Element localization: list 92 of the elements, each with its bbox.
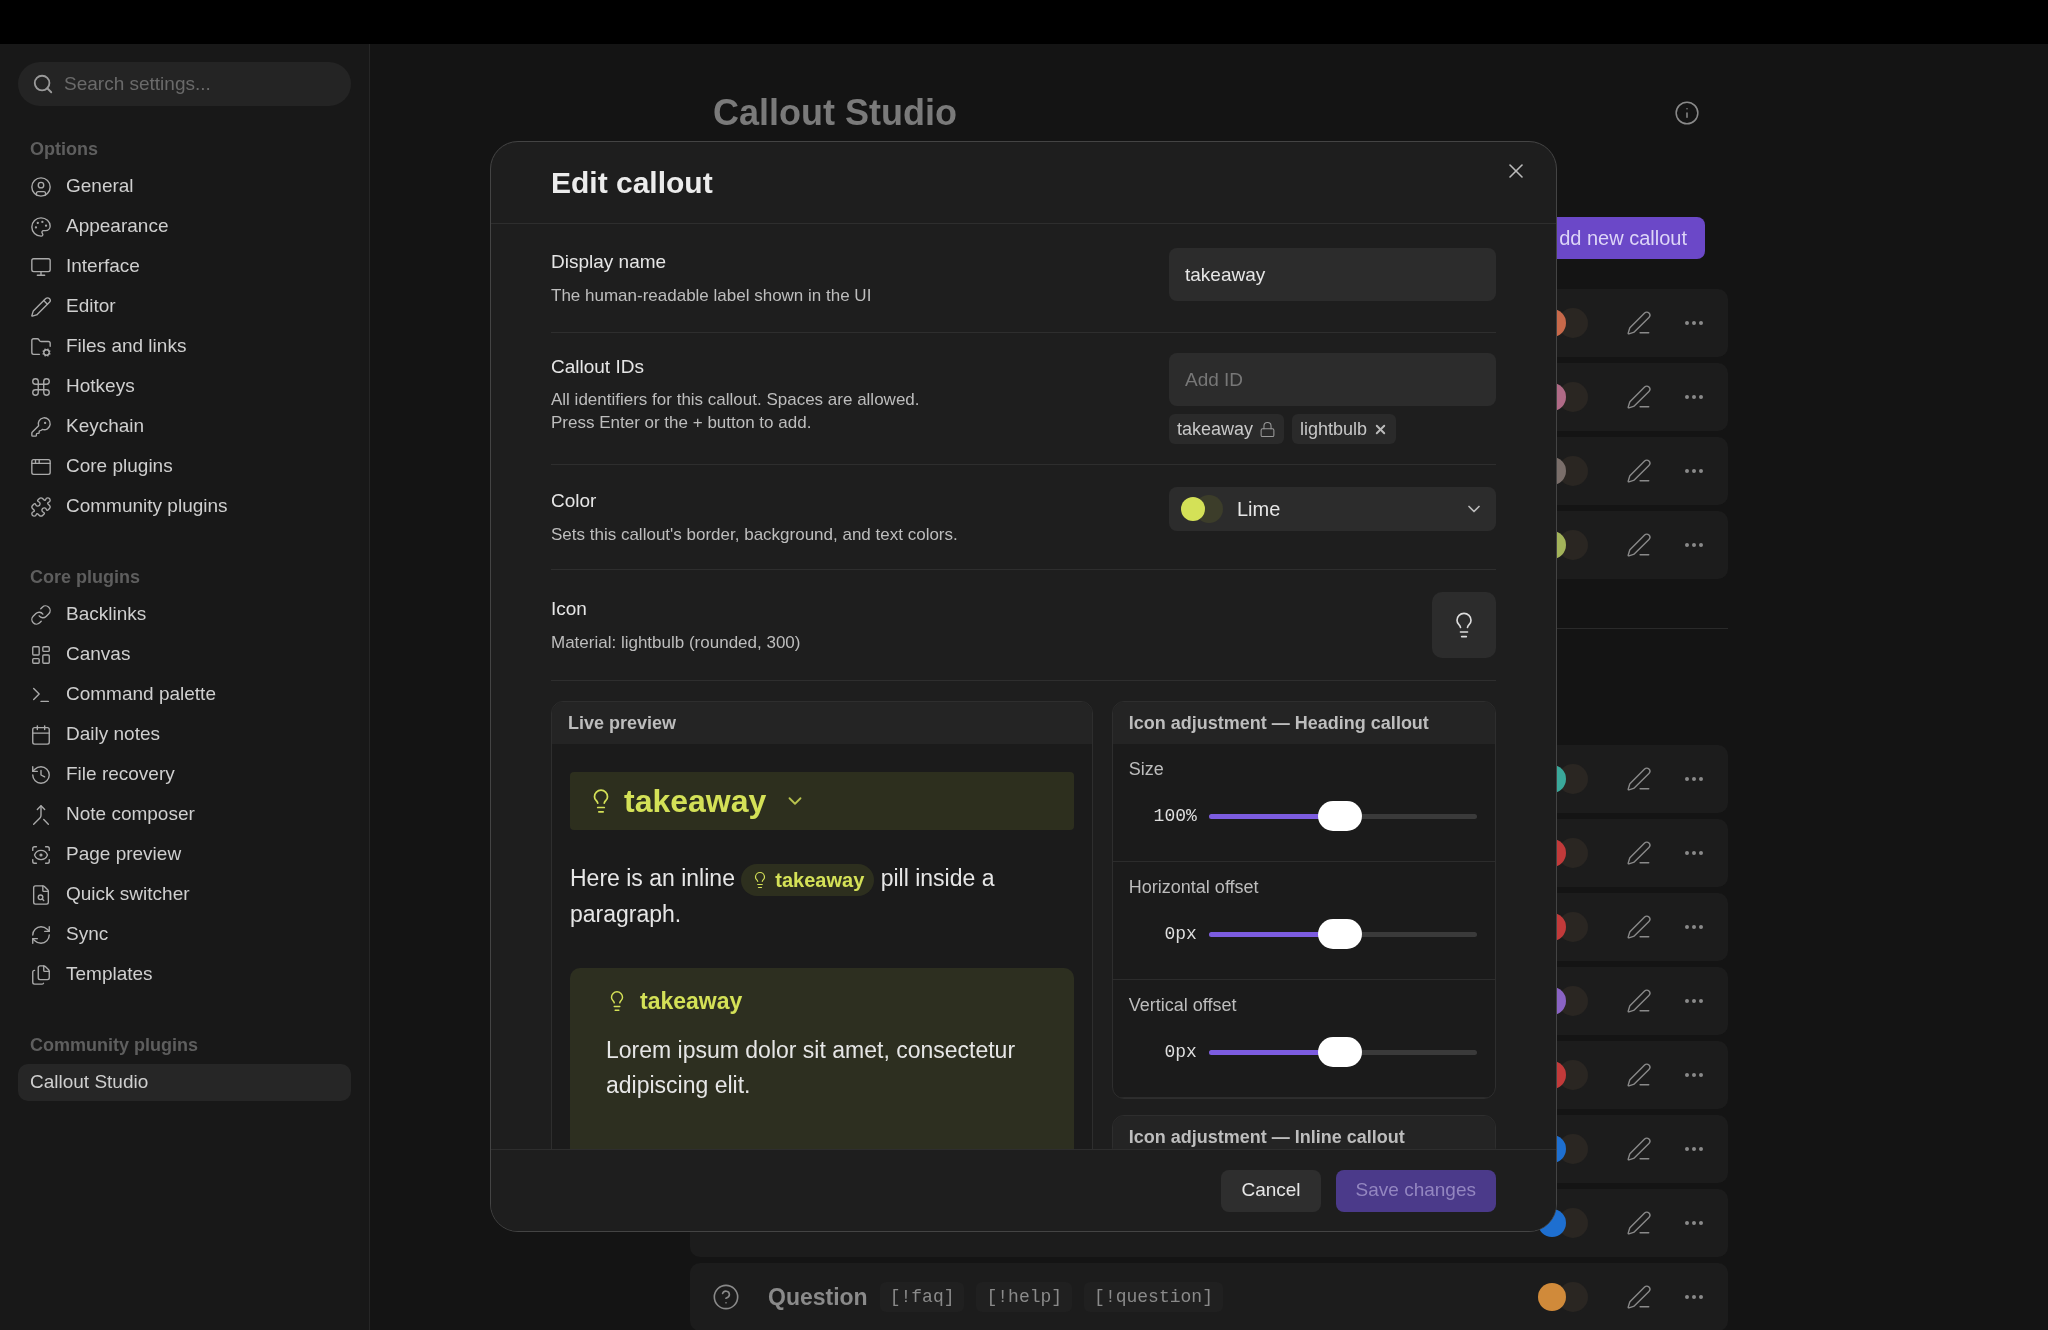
file-search-icon: [30, 883, 52, 906]
pencil-icon: [30, 295, 52, 318]
slider-reading: 0px: [1163, 1040, 1197, 1064]
field-label: Color: [551, 489, 598, 513]
command-key-icon: [30, 375, 52, 398]
field-description: The human-readable label shown in the UI: [551, 284, 872, 307]
sidebar-item[interactable]: Files and links: [18, 328, 351, 365]
sidebar-item[interactable]: Keychain: [18, 408, 351, 445]
field-label: Display name: [551, 250, 668, 274]
grid-icon: [30, 643, 52, 666]
sidebar-item[interactable]: Interface: [18, 248, 351, 285]
edit-icon[interactable]: [1626, 766, 1652, 792]
folder-gear-icon: [30, 335, 52, 358]
link-icon: [30, 603, 52, 626]
edit-icon[interactable]: [1626, 1284, 1652, 1310]
field-label: Icon: [551, 597, 588, 621]
block-callout-body: Lorem ipsum dolor sit amet, consectetur adipiscing elit.: [606, 1035, 1017, 1100]
sidebar-item[interactable]: Editor: [18, 288, 351, 325]
puzzle-icon: [30, 495, 52, 518]
question-icon: [712, 1283, 740, 1311]
eye-icon: [30, 843, 52, 866]
preview-paragraph: Here is an inline takeaway pill inside a paragraph.: [570, 862, 996, 929]
sidebar-item[interactable]: Command palette: [18, 676, 351, 713]
callout-id-tag: [!faq]: [879, 1282, 965, 1312]
edit-icon[interactable]: [1626, 914, 1652, 940]
slider-reading: 0px: [1163, 922, 1197, 946]
sidebar-item[interactable]: Sync: [18, 916, 351, 953]
field-description: Press Enter or the + button to add.: [551, 411, 813, 434]
sidebar-item[interactable]: Note composer: [18, 796, 351, 833]
edit-icon[interactable]: [1626, 1136, 1652, 1162]
tag-label: takeaway: [1177, 417, 1254, 441]
slider-label: Vertical offset: [1128, 994, 1238, 1017]
edit-icon[interactable]: [1626, 384, 1652, 410]
sidebar-item[interactable]: Hotkeys: [18, 368, 351, 405]
heading-callout-title: takeaway: [624, 782, 767, 821]
add-id-field[interactable]: Add ID: [1169, 353, 1496, 406]
slider-label: Horizontal offset: [1128, 876, 1260, 899]
field-description: All identifiers for this callout. Spaces are allowed.: [551, 388, 920, 411]
merge-icon: [30, 803, 52, 826]
sidebar-item[interactable]: File recovery: [18, 756, 351, 793]
card-header: Icon adjustment — Inline callout: [1112, 1116, 1495, 1149]
sidebar-item[interactable]: Backlinks: [18, 596, 351, 633]
display-name-field[interactable]: takeaway: [1169, 248, 1496, 301]
info-icon[interactable]: [1674, 100, 1700, 126]
card-header: Icon adjustment — Heading callout: [1112, 702, 1495, 744]
tag-label: lightbulb: [1300, 417, 1368, 441]
sync-icon: [30, 923, 52, 946]
callout-name: Question: [768, 1282, 868, 1312]
sidebar-item[interactable]: Page preview: [18, 836, 351, 873]
sidebar-item[interactable]: Quick switcher: [18, 876, 351, 913]
edit-icon[interactable]: [1626, 458, 1652, 484]
files-icon: [30, 963, 52, 986]
block-callout-title: takeaway: [640, 987, 743, 1016]
dialog-title: Edit callout: [551, 165, 713, 201]
cancel-button[interactable]: Cancel: [1221, 1169, 1321, 1212]
edit-icon[interactable]: [1626, 988, 1652, 1014]
section-heading: Core plugins: [29, 566, 141, 589]
color-select[interactable]: Lime: [1169, 487, 1496, 531]
sidebar-item[interactable]: Core plugins: [18, 448, 351, 485]
card-header: Live preview: [552, 702, 1092, 744]
sidebar-item[interactable]: Daily notes: [18, 716, 351, 753]
sidebar-item[interactable]: Appearance: [18, 208, 351, 245]
edit-icon[interactable]: [1626, 532, 1652, 558]
sidebar-item[interactable]: General: [18, 168, 351, 205]
color-toggle[interactable]: [1538, 1282, 1588, 1312]
edit-icon[interactable]: [1626, 840, 1652, 866]
edit-icon[interactable]: [1626, 1062, 1652, 1088]
history-icon: [30, 763, 52, 786]
icon-picker-button[interactable]: [1432, 592, 1496, 658]
slider-label: Size: [1128, 758, 1165, 781]
edit-icon[interactable]: [1626, 310, 1652, 336]
slider-reading: 100%: [1152, 804, 1197, 828]
sidebar-item[interactable]: Canvas: [18, 636, 351, 673]
search-field[interactable]: Search settings...: [18, 62, 351, 106]
field-description: Material: lightbulb (rounded, 300): [551, 631, 801, 654]
field-description: Sets this callout's border, background, and text colors.: [551, 523, 958, 546]
callout-id-tag: [!help]: [976, 1282, 1073, 1312]
page-title: Callout Studio: [713, 91, 957, 135]
key-icon: [30, 415, 52, 438]
search-icon: [32, 73, 54, 95]
section-heading: Community plugins: [29, 1034, 199, 1057]
field-label: Callout IDs: [551, 355, 645, 379]
user-circle-icon: [30, 175, 52, 198]
sidebar-item[interactable]: Community plugins: [18, 488, 351, 525]
section-heading: Options: [29, 138, 99, 161]
monitor-icon: [30, 255, 52, 278]
calendar-icon: [30, 723, 52, 746]
edit-icon[interactable]: [1626, 1210, 1652, 1236]
sidebar-item[interactable]: Templates: [18, 956, 351, 993]
callout-id-tag: [!question]: [1084, 1282, 1223, 1312]
palette-icon: [30, 215, 52, 238]
sidebar-item[interactable]: Callout Studio: [18, 1064, 351, 1101]
